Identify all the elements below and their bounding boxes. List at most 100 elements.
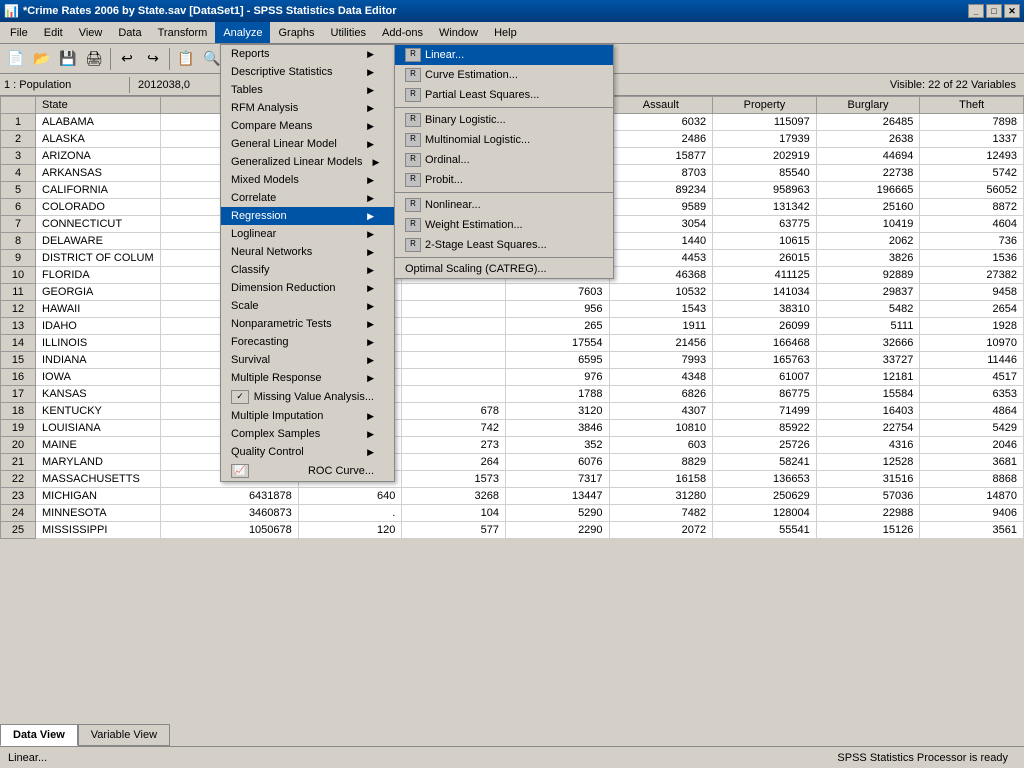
table-cell[interactable]: 250629 (713, 488, 817, 505)
menu-analyze[interactable]: Analyze (215, 22, 270, 43)
menu-linear[interactable]: R Linear... (395, 45, 613, 65)
table-cell[interactable]: 1337 (920, 131, 1024, 148)
menu-multinomial-logistic[interactable]: R Multinomial Logistic... (395, 130, 613, 150)
table-cell[interactable]: 6 (1, 199, 36, 216)
table-cell[interactable]: 958963 (713, 182, 817, 199)
menu-binary-logistic[interactable]: R Binary Logistic... (395, 110, 613, 130)
table-cell[interactable]: 3 (1, 148, 36, 165)
menu-complex-samples[interactable]: Complex Samples▶ (221, 425, 394, 443)
col-state[interactable]: State (36, 97, 161, 114)
col-theft[interactable]: Theft (920, 97, 1024, 114)
table-cell[interactable]: 202919 (713, 148, 817, 165)
table-cell[interactable]: 57036 (816, 488, 920, 505)
menu-classify[interactable]: Classify▶ (221, 261, 394, 279)
table-cell[interactable]: 3268 (402, 488, 506, 505)
table-cell[interactable]: GEORGIA (36, 284, 161, 301)
table-cell[interactable]: ILLINOIS (36, 335, 161, 352)
print-button[interactable]: 🖨 (82, 47, 106, 71)
table-cell[interactable]: 1543 (609, 301, 713, 318)
table-cell[interactable]: 165763 (713, 352, 817, 369)
table-cell[interactable]: 1911 (609, 318, 713, 335)
table-cell[interactable]: 10615 (713, 233, 817, 250)
table-cell[interactable]: MAINE (36, 437, 161, 454)
menu-addons[interactable]: Add-ons (374, 22, 431, 43)
table-cell[interactable]: CONNECTICUT (36, 216, 161, 233)
menu-roc-curve[interactable]: 📈 ROC Curve... (221, 461, 394, 481)
table-cell[interactable]: 742 (402, 420, 506, 437)
menu-compare-means[interactable]: Compare Means▶ (221, 117, 394, 135)
table-cell[interactable]: HAWAII (36, 301, 161, 318)
table-cell[interactable]: 17 (1, 386, 36, 403)
table-cell[interactable]: DELAWARE (36, 233, 161, 250)
table-cell[interactable]: 196665 (816, 182, 920, 199)
table-cell[interactable]: 7898 (920, 114, 1024, 131)
table-cell[interactable]: 71499 (713, 403, 817, 420)
table-cell[interactable]: MICHIGAN (36, 488, 161, 505)
table-cell[interactable]: 4348 (609, 369, 713, 386)
table-cell[interactable]: FLORIDA (36, 267, 161, 284)
table-cell[interactable]: MINNESOTA (36, 505, 161, 522)
maximize-button[interactable]: □ (986, 4, 1002, 18)
table-cell[interactable]: 4307 (609, 403, 713, 420)
undo-button[interactable]: ↩ (115, 47, 139, 71)
menu-graphs[interactable]: Graphs (270, 22, 322, 43)
table-cell[interactable]: 640 (298, 488, 402, 505)
table-cell[interactable]: 2486 (609, 131, 713, 148)
table-cell[interactable]: 22754 (816, 420, 920, 437)
table-cell[interactable]: IOWA (36, 369, 161, 386)
table-cell[interactable] (402, 335, 506, 352)
table-cell[interactable]: 1788 (505, 386, 609, 403)
menu-2stage[interactable]: R 2-Stage Least Squares... (395, 235, 613, 255)
table-cell[interactable]: 3054 (609, 216, 713, 233)
table-cell[interactable]: 86775 (713, 386, 817, 403)
table-cell[interactable]: 9458 (920, 284, 1024, 301)
table-cell[interactable]: 976 (505, 369, 609, 386)
table-cell[interactable]: 11 (1, 284, 36, 301)
table-cell[interactable]: 7603 (505, 284, 609, 301)
table-cell[interactable]: 22738 (816, 165, 920, 182)
table-cell[interactable]: 61007 (713, 369, 817, 386)
table-cell[interactable]: 11446 (920, 352, 1024, 369)
table-cell[interactable]: 58241 (713, 454, 817, 471)
table-cell[interactable]: 13 (1, 318, 36, 335)
table-cell[interactable]: 577 (402, 522, 506, 539)
menu-loglinear[interactable]: Loglinear▶ (221, 225, 394, 243)
table-cell[interactable]: 4453 (609, 250, 713, 267)
table-cell[interactable]: 2290 (505, 522, 609, 539)
table-cell[interactable]: INDIANA (36, 352, 161, 369)
table-cell[interactable] (402, 301, 506, 318)
menu-probit[interactable]: R Probit... (395, 170, 613, 190)
goto-variable-button[interactable]: 📋 (174, 47, 198, 71)
table-cell[interactable]: 1573 (402, 471, 506, 488)
table-cell[interactable]: 26485 (816, 114, 920, 131)
table-cell[interactable]: 9589 (609, 199, 713, 216)
table-cell[interactable]: 3561 (920, 522, 1024, 539)
menu-forecasting[interactable]: Forecasting▶ (221, 333, 394, 351)
menu-weight-estimation[interactable]: R Weight Estimation... (395, 215, 613, 235)
table-cell[interactable]: 10810 (609, 420, 713, 437)
open-file-button[interactable]: 📂 (30, 47, 54, 71)
menu-neural-networks[interactable]: Neural Networks▶ (221, 243, 394, 261)
table-cell[interactable]: 411125 (713, 267, 817, 284)
table-cell[interactable]: 16 (1, 369, 36, 386)
new-file-button[interactable]: 📄 (4, 47, 28, 71)
redo-button[interactable]: ↪ (141, 47, 165, 71)
menu-correlate[interactable]: Correlate▶ (221, 189, 394, 207)
table-cell[interactable]: CALIFORNIA (36, 182, 161, 199)
menu-optimal-scaling[interactable]: Optimal Scaling (CATREG)... (395, 260, 613, 278)
menu-scale[interactable]: Scale▶ (221, 297, 394, 315)
table-cell[interactable]: 9406 (920, 505, 1024, 522)
table-cell[interactable]: COLORADO (36, 199, 161, 216)
save-button[interactable]: 💾 (56, 47, 80, 71)
table-cell[interactable]: 115097 (713, 114, 817, 131)
table-cell[interactable]: 15126 (816, 522, 920, 539)
table-cell[interactable]: 89234 (609, 182, 713, 199)
menu-utilities[interactable]: Utilities (323, 22, 374, 43)
table-cell[interactable]: 7 (1, 216, 36, 233)
menu-generalized-linear[interactable]: Generalized Linear Models▶ (221, 153, 394, 171)
table-cell[interactable]: 25160 (816, 199, 920, 216)
table-cell[interactable]: LOUISIANA (36, 420, 161, 437)
table-cell[interactable]: 46368 (609, 267, 713, 284)
table-cell[interactable]: 15 (1, 352, 36, 369)
table-cell[interactable]: 85540 (713, 165, 817, 182)
